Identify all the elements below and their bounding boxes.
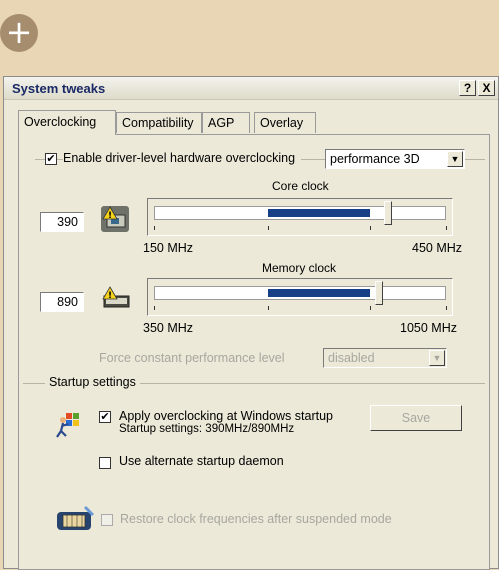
core-clock-max-label: 450 MHz xyxy=(412,241,463,255)
memory-clock-value[interactable]: 890 xyxy=(40,292,84,312)
mode-select[interactable]: performance 3D ▼ xyxy=(325,149,465,169)
core-clock-title: Core clock xyxy=(272,179,329,193)
memory-clock-ticks xyxy=(154,306,447,312)
core-clock-value[interactable]: 390 xyxy=(40,212,84,232)
window-title: System tweaks xyxy=(12,81,106,96)
svg-text:!: ! xyxy=(108,211,112,221)
title-bar: System tweaks ? X xyxy=(4,77,498,100)
startup-settings-label: Startup settings xyxy=(45,375,140,389)
apply-at-startup-label: Apply overclocking at Windows startup xyxy=(119,409,333,423)
memory-clock-track xyxy=(154,286,446,300)
force-performance-label: Force constant performance level xyxy=(99,351,285,365)
restore-frequencies-checkbox[interactable] xyxy=(101,514,113,526)
chevron-down-icon[interactable]: ▼ xyxy=(429,350,445,366)
gpu-warning-icon: ! xyxy=(101,206,129,232)
overclocking-panel: ✔ Enable driver-level hardware overclock… xyxy=(18,134,490,570)
alternate-daemon-checkbox[interactable] xyxy=(99,457,111,469)
tab-overlay[interactable]: Overlay xyxy=(254,112,316,133)
windows-startup-icon xyxy=(55,411,83,438)
force-performance-select[interactable]: disabled ▼ xyxy=(323,348,447,368)
startup-settings-detail: Startup settings: 390MHz/890MHz xyxy=(119,423,295,435)
core-clock-track xyxy=(154,206,446,220)
alternate-daemon-label: Use alternate startup daemon xyxy=(119,454,284,468)
memory-clock-min-label: 350 MHz xyxy=(143,321,194,335)
chevron-down-icon[interactable]: ▼ xyxy=(447,151,463,167)
mode-select-value: performance 3D xyxy=(330,152,420,166)
memory-restore-icon xyxy=(55,505,95,533)
core-clock-range-fill xyxy=(268,209,370,217)
memory-clock-range-fill xyxy=(268,289,370,297)
close-button[interactable]: X xyxy=(478,80,495,96)
core-clock-min-label: 150 MHz xyxy=(143,241,194,255)
force-performance-value: disabled xyxy=(328,351,375,365)
plus-icon[interactable]: + xyxy=(0,14,38,52)
core-clock-thumb[interactable] xyxy=(383,201,392,225)
help-button[interactable]: ? xyxy=(459,80,476,96)
apply-at-startup-checkbox[interactable]: ✔ xyxy=(99,411,111,423)
system-tweaks-window: System tweaks ? X Overclocking Compatibi… xyxy=(3,76,499,570)
tab-overclocking[interactable]: Overclocking xyxy=(18,110,116,135)
core-clock-ticks xyxy=(154,226,447,232)
restore-frequencies-label: Restore clock frequencies after suspende… xyxy=(120,512,392,526)
memory-clock-slider[interactable] xyxy=(147,278,453,316)
tab-agp[interactable]: AGP xyxy=(202,112,250,133)
svg-text:!: ! xyxy=(108,291,112,301)
core-clock-slider[interactable] xyxy=(147,198,453,236)
enable-overclocking-checkbox[interactable]: ✔ xyxy=(45,153,57,165)
memory-warning-icon: ! xyxy=(101,286,130,312)
tab-compatibility[interactable]: Compatibility xyxy=(116,112,202,133)
enable-overclocking-label: Enable driver-level hardware overclockin… xyxy=(63,151,302,165)
memory-clock-title: Memory clock xyxy=(262,261,337,275)
memory-clock-max-label: 1050 MHz xyxy=(400,321,457,335)
memory-clock-thumb[interactable] xyxy=(374,281,383,305)
save-button[interactable]: Save xyxy=(370,405,462,431)
